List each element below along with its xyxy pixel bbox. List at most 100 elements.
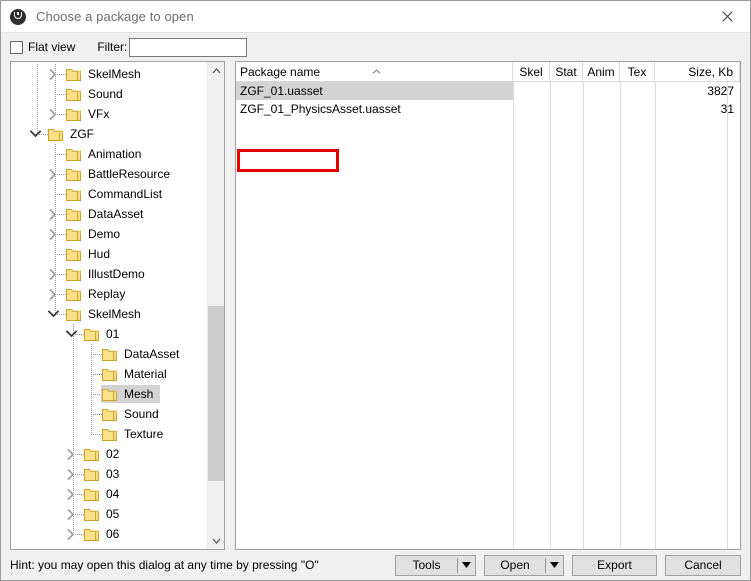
open-button[interactable]: Open [484, 554, 564, 576]
tree-item-content[interactable]: Demo [65, 225, 127, 243]
chevron-right-icon[interactable] [64, 504, 78, 524]
tree-item-03[interactable]: 03 [11, 464, 207, 484]
tree-item-content[interactable]: IllustDemo [65, 265, 152, 283]
tree-item-content[interactable]: Texture [101, 425, 170, 443]
tree-item-content[interactable]: DataAsset [101, 345, 186, 363]
tree-guide-line [73, 344, 74, 364]
tree-item-skelmesh[interactable]: SkelMesh [11, 64, 207, 84]
tree-scrollbar-thumb[interactable] [208, 305, 224, 481]
tree-item-content[interactable]: 06 [83, 525, 126, 543]
dialog-window: Choose a package to open Flat view Filte… [0, 0, 751, 581]
tree-item-content[interactable]: VFx [65, 105, 116, 123]
chevron-down-icon[interactable] [462, 562, 471, 568]
chevron-down-icon[interactable] [64, 324, 78, 344]
tree-item-content[interactable]: 05 [83, 505, 126, 523]
tree-item-02[interactable]: 02 [11, 444, 207, 464]
column-header-size[interactable]: Size, Kb [655, 62, 740, 81]
folder-icon [84, 488, 99, 501]
tree-item-content[interactable]: ZGF [47, 125, 101, 143]
chevron-right-icon[interactable] [64, 444, 78, 464]
tree-item-label: IllustDemo [88, 267, 145, 281]
tree-item-label: DataAsset [88, 207, 144, 221]
tree-item-commandlist[interactable]: CommandList [11, 184, 207, 204]
tree-item-01[interactable]: 01 [11, 324, 207, 344]
column-header-tex[interactable]: Tex [620, 62, 655, 81]
tree-item-texture[interactable]: Texture [11, 424, 207, 444]
filter-input[interactable] [129, 37, 248, 57]
tree-item-dataasset[interactable]: DataAsset [11, 204, 207, 224]
tree-item-label: Sound [124, 407, 159, 421]
folder-icon [102, 408, 117, 421]
tree-item-04[interactable]: 04 [11, 484, 207, 504]
flat-view-checkbox[interactable]: Flat view [10, 40, 75, 54]
chevron-right-icon[interactable] [64, 464, 78, 484]
folder-tree[interactable]: SkelMesh Sound VFx ZGF Animation BattleResour… [11, 62, 207, 549]
chevron-down-icon[interactable] [46, 304, 60, 324]
tree-item-content[interactable]: 04 [83, 485, 126, 503]
scroll-up-icon[interactable] [208, 62, 224, 79]
chevron-down-icon[interactable] [550, 562, 559, 568]
tree-item-content[interactable]: DataAsset [65, 205, 150, 223]
cancel-button[interactable]: Cancel [665, 554, 741, 576]
tree-item-skelmesh[interactable]: SkelMesh [11, 304, 207, 324]
tree-item-illustdemo[interactable]: IllustDemo [11, 264, 207, 284]
tree-item-content[interactable]: Animation [65, 145, 148, 163]
chevron-right-icon[interactable] [46, 64, 60, 84]
chevron-right-icon[interactable] [64, 484, 78, 504]
tree-item-hud[interactable]: Hud [11, 244, 207, 264]
tree-item-material[interactable]: Material [11, 364, 207, 384]
tree-item-sound[interactable]: Sound [11, 84, 207, 104]
tree-item-replay[interactable]: Replay [11, 284, 207, 304]
tree-item-content[interactable]: Sound [65, 85, 130, 103]
column-header-name[interactable]: Package name [236, 62, 513, 81]
tree-item-content[interactable]: Material [101, 365, 174, 383]
chevron-right-icon[interactable] [46, 204, 60, 224]
flat-view-label: Flat view [28, 40, 76, 54]
tree-item-content[interactable]: 02 [83, 445, 126, 463]
tree-guide-line [37, 64, 38, 84]
tree-scrollbar-track[interactable] [208, 79, 224, 532]
tree-item-content[interactable]: 03 [83, 465, 126, 483]
column-header-anim[interactable]: Anim [583, 62, 620, 81]
chevron-right-icon[interactable] [46, 164, 60, 184]
tree-item-06[interactable]: 06 [11, 524, 207, 544]
tree-item-content[interactable]: SkelMesh [65, 305, 148, 323]
export-button[interactable]: Export [572, 554, 657, 576]
tree-item-mesh[interactable]: Mesh [11, 384, 207, 404]
tree-item-animation[interactable]: Animation [11, 144, 207, 164]
tree-item-content[interactable]: 01 [83, 325, 126, 343]
folder-icon [84, 448, 99, 461]
chevron-right-icon[interactable] [64, 524, 78, 544]
tree-item-content[interactable]: Mesh [101, 385, 161, 403]
tree-item-vfx[interactable]: VFx [11, 104, 207, 124]
cell-name: ZGF_01_PhysicsAsset.uasset [240, 102, 401, 116]
scroll-down-icon[interactable] [208, 532, 224, 549]
tree-item-content[interactable]: Sound [101, 405, 166, 423]
chevron-right-icon[interactable] [46, 104, 60, 124]
tree-item-content[interactable]: CommandList [65, 185, 169, 203]
tree-item-05[interactable]: 05 [11, 504, 207, 524]
tree-item-content[interactable]: SkelMesh [65, 65, 148, 83]
column-header-skel[interactable]: Skel [513, 62, 550, 81]
chevron-right-icon[interactable] [46, 224, 60, 244]
chevron-down-icon[interactable] [28, 124, 42, 144]
tree-item-dataasset[interactable]: DataAsset [11, 344, 207, 364]
tree-item-content[interactable]: Replay [65, 285, 132, 303]
hint-text: Hint: you may open this dialog at any ti… [10, 558, 319, 572]
tree-item-battleresource[interactable]: BattleResource [11, 164, 207, 184]
tools-button[interactable]: Tools [395, 554, 476, 576]
chevron-right-icon[interactable] [46, 264, 60, 284]
tree-vertical-scrollbar[interactable] [207, 62, 224, 549]
tree-item-demo[interactable]: Demo [11, 224, 207, 244]
close-icon[interactable] [705, 1, 750, 31]
tree-item-content[interactable]: Hud [65, 245, 117, 263]
table-row[interactable]: ZGF_01.uasset 3827 [236, 82, 740, 100]
tree-item-content[interactable]: BattleResource [65, 165, 177, 183]
table-row[interactable]: ZGF_01_PhysicsAsset.uasset31 [236, 100, 740, 118]
tree-item-sound[interactable]: Sound [11, 404, 207, 424]
tree-item-zgf[interactable]: ZGF [11, 124, 207, 144]
toolbar: Flat view Filter: [1, 33, 750, 61]
chevron-right-icon[interactable] [46, 284, 60, 304]
package-list-rows[interactable]: ZGF_01.uasset 3827 ZGF_01_PhysicsAsset.uas… [236, 82, 740, 549]
column-header-stat[interactable]: Stat [550, 62, 583, 81]
